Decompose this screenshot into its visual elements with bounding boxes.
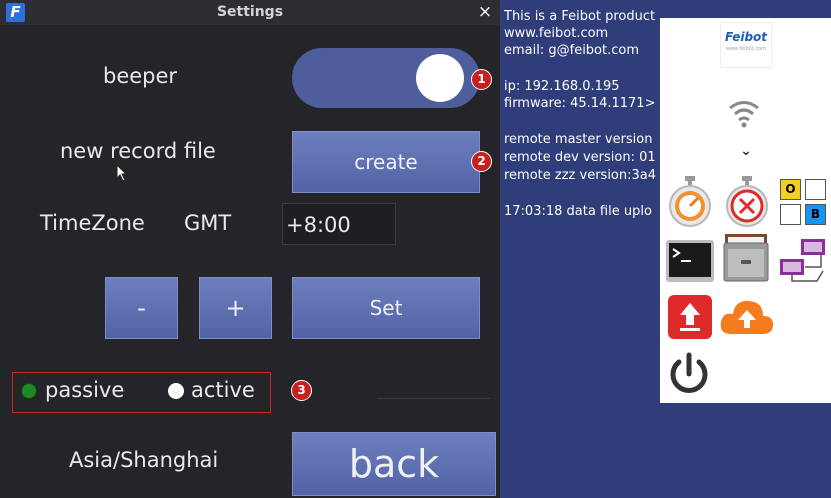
power-icon[interactable]: [667, 352, 711, 396]
decrement-button[interactable]: -: [105, 277, 178, 339]
beeper-toggle-knob[interactable]: [416, 54, 464, 102]
info-line-master-version: remote master version: [504, 132, 653, 147]
info-line-website: www.feibot.com: [504, 26, 609, 41]
active-label[interactable]: active: [191, 378, 255, 402]
info-line-zzz-version: remote zzz version:3a4: [504, 168, 657, 183]
info-line-firmware: firmware: 45.14.1171>: [504, 96, 656, 111]
stop-stopwatch-icon[interactable]: [724, 175, 770, 229]
info-line-product: This is a Feibot product: [504, 9, 656, 24]
info-line-upload-status: 17:03:18 data file uplo: [504, 204, 652, 219]
terminal-icon[interactable]: [665, 239, 715, 283]
o-grid-cell[interactable]: O: [780, 179, 801, 200]
timezone-offset-value: +8:00: [286, 213, 351, 237]
close-icon[interactable]: ×: [474, 1, 496, 23]
timezone-offset-field[interactable]: +8:00: [282, 203, 396, 245]
info-line-email: email: g@feibot.com: [504, 43, 640, 58]
increment-button[interactable]: +: [199, 277, 272, 339]
gmt-label: GMT: [184, 211, 232, 235]
start-stopwatch-icon[interactable]: [667, 175, 713, 229]
active-radio[interactable]: [168, 383, 184, 399]
feibot-logo-text: Feibot: [724, 30, 768, 44]
badge-1: 1: [471, 69, 492, 90]
passive-radio[interactable]: [21, 383, 37, 399]
badge-3: 3: [291, 380, 312, 401]
mouse-cursor-icon: [116, 164, 128, 182]
grid-cell-empty-2[interactable]: [780, 204, 801, 225]
new-record-file-label: new record file: [60, 139, 216, 163]
b-grid-cell[interactable]: B: [805, 204, 826, 225]
divider: [377, 398, 490, 399]
info-line-dev-version: remote dev version: 01: [504, 150, 656, 165]
cloud-upload-icon[interactable]: [719, 298, 775, 336]
set-button[interactable]: Set: [292, 277, 480, 339]
back-button[interactable]: back: [292, 432, 496, 496]
chevron-down-icon[interactable]: ⌄: [738, 143, 754, 159]
file-manager-icon[interactable]: [722, 233, 770, 283]
beeper-label: beeper: [103, 64, 178, 88]
upload-icon[interactable]: [668, 295, 712, 339]
info-line-ip: ip: 192.168.0.195: [504, 79, 620, 94]
timezone-label: TimeZone: [40, 211, 145, 235]
badge-2: 2: [471, 151, 492, 172]
wifi-icon[interactable]: [728, 97, 760, 131]
passive-label[interactable]: passive: [45, 378, 124, 402]
timezone-region: Asia/Shanghai: [69, 448, 219, 472]
feibot-logo-subtext: www.feibot.com: [725, 46, 767, 52]
feibot-logo: [720, 22, 772, 68]
window-title: Settings: [216, 4, 284, 20]
create-button[interactable]: create: [292, 131, 480, 193]
network-icon[interactable]: [777, 237, 827, 283]
grid-cell-empty-1[interactable]: [805, 179, 826, 200]
